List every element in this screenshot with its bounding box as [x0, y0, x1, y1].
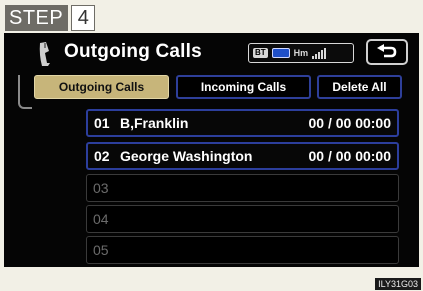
- tab-bracket-decoration: [18, 75, 32, 109]
- phone-icon: [39, 42, 50, 66]
- image-code: ILY31G03: [375, 278, 421, 290]
- call-time: 00 / 00 00:00: [308, 115, 391, 131]
- row-number: 03: [93, 180, 109, 196]
- call-time: 00 / 00 00:00: [308, 148, 391, 164]
- step-indicator: STEP 4: [5, 5, 96, 31]
- page-title: Outgoing Calls: [64, 41, 202, 62]
- signal-strength-icon: [312, 47, 327, 59]
- contact-name: George Washington: [120, 148, 253, 164]
- tab-outgoing-calls[interactable]: Outgoing Calls: [34, 75, 169, 99]
- row-number: 05: [93, 242, 109, 258]
- step-label: STEP: [5, 5, 69, 31]
- delete-all-button[interactable]: Delete All: [317, 75, 402, 99]
- back-button[interactable]: [366, 39, 408, 65]
- status-indicator: BT Hm: [248, 43, 354, 63]
- row-number: 02: [94, 148, 110, 164]
- bluetooth-badge: BT: [253, 48, 268, 58]
- row-number: 04: [93, 211, 109, 227]
- back-arrow-icon: [377, 44, 397, 58]
- contact-name: B,Franklin: [120, 115, 189, 131]
- tab-incoming-calls[interactable]: Incoming Calls: [176, 75, 311, 99]
- call-list-row[interactable]: 02 George Washington 00 / 00 00:00: [86, 142, 399, 170]
- nav-screen: Outgoing Calls BT Hm Outgoing Calls Inco…: [4, 33, 419, 267]
- hm-label: Hm: [293, 48, 309, 58]
- call-list-row-empty: 04: [86, 205, 399, 233]
- call-list-row-empty: 05: [86, 236, 399, 264]
- row-number: 01: [94, 115, 110, 131]
- call-list-row[interactable]: 01 B,Franklin 00 / 00 00:00: [86, 109, 399, 137]
- battery-icon: [271, 48, 290, 58]
- step-number: 4: [71, 5, 96, 31]
- call-list-row-empty: 03: [86, 174, 399, 202]
